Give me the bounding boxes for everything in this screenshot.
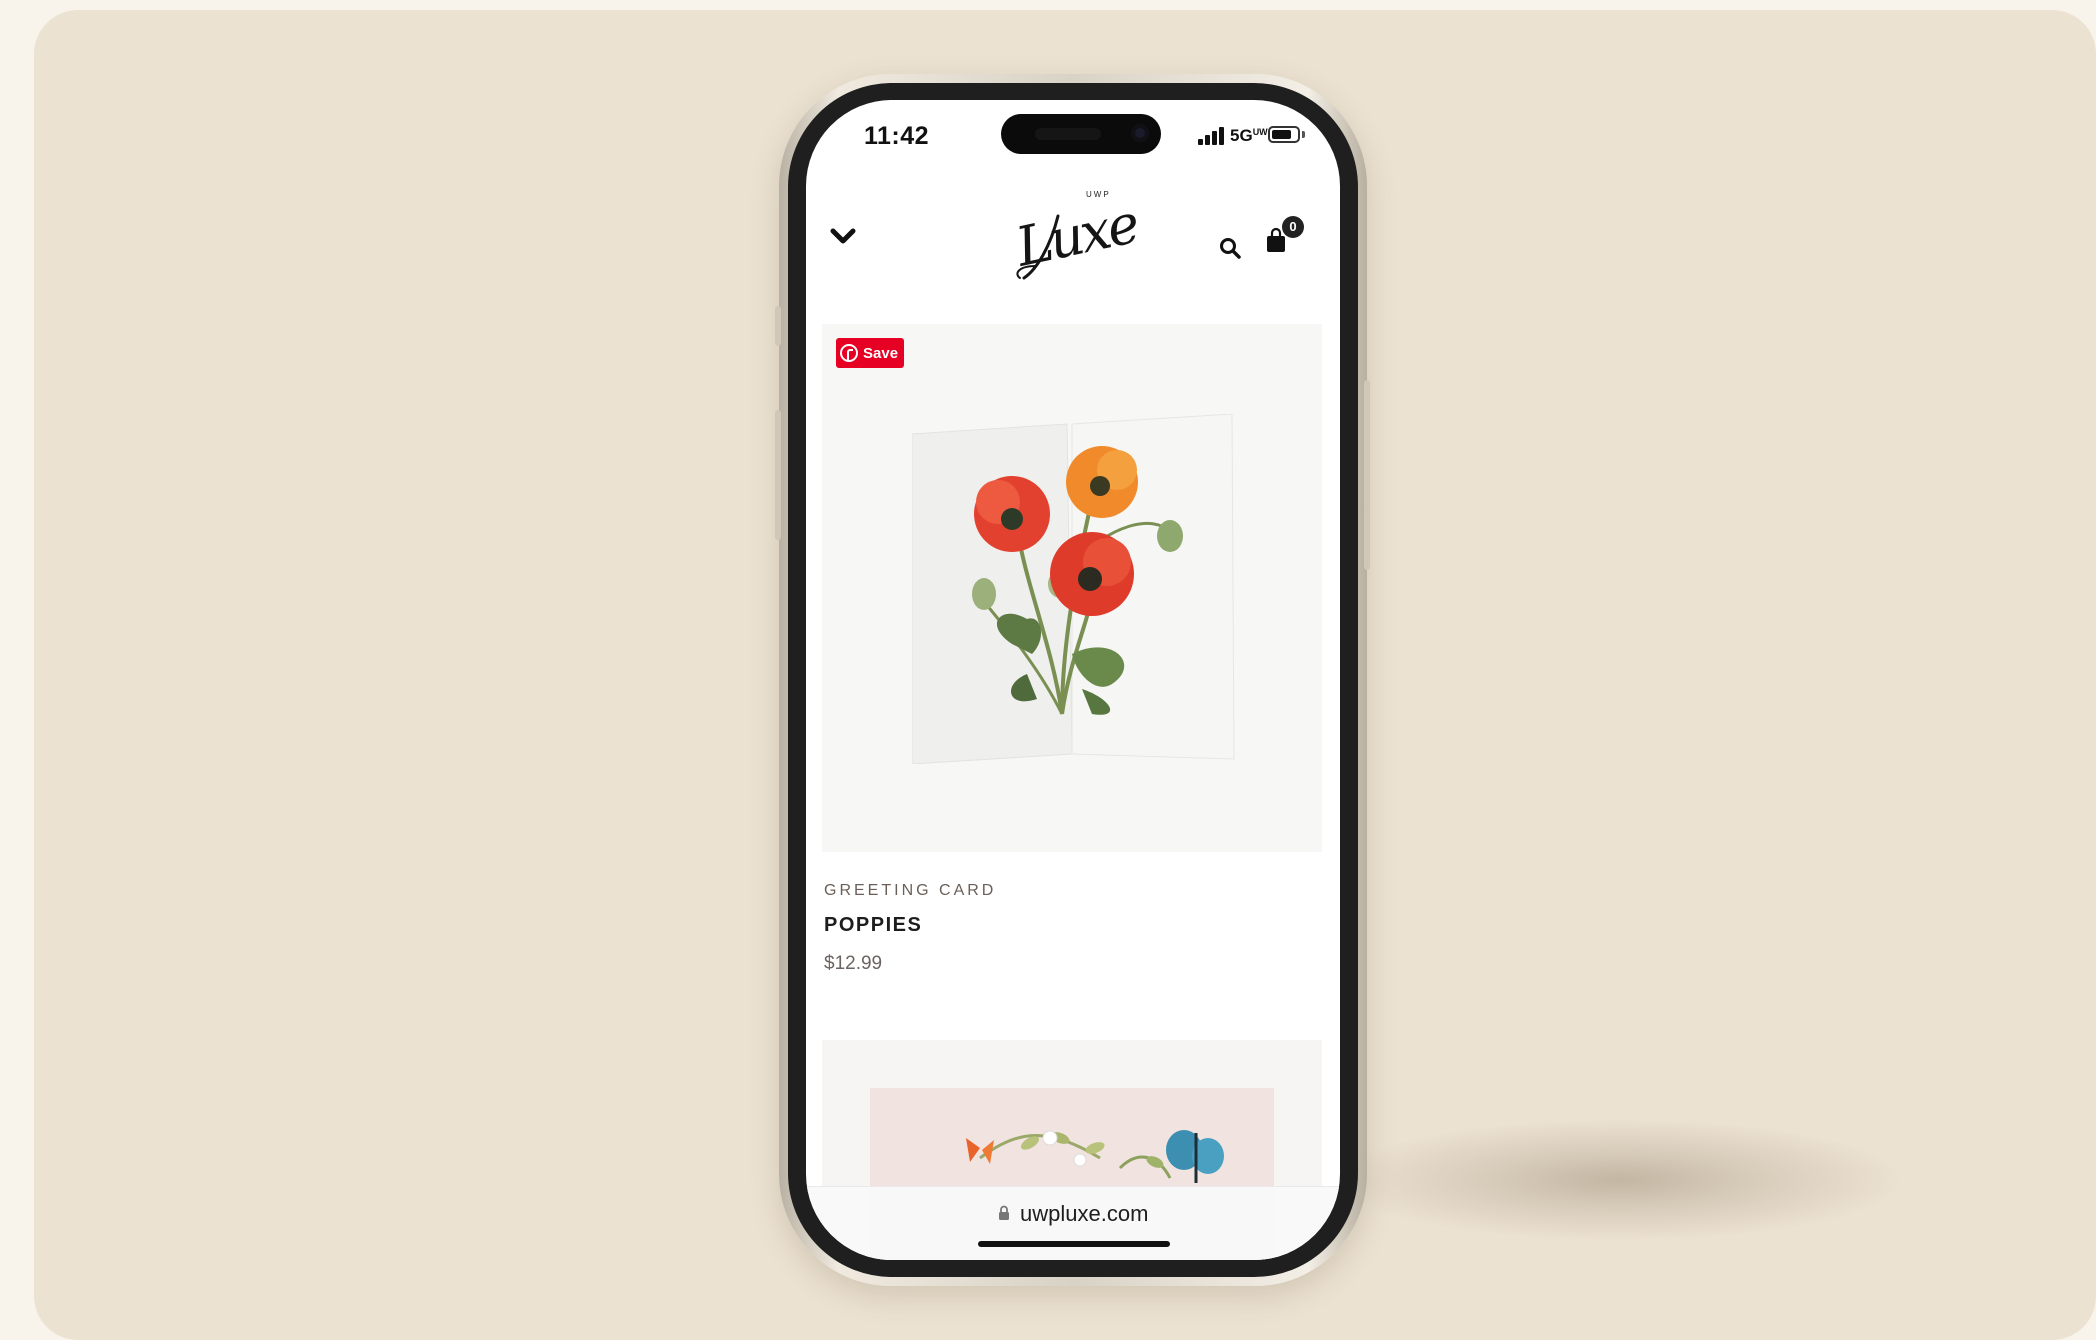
product-name[interactable]: POPPIES bbox=[824, 914, 1324, 937]
cart-count-badge: 0 bbox=[1282, 216, 1304, 238]
pinterest-save-label: Save bbox=[863, 344, 899, 362]
network-type: 5GUW bbox=[1230, 126, 1268, 145]
chevron-down-icon[interactable] bbox=[830, 226, 856, 246]
phone-side-button bbox=[775, 306, 781, 346]
phone-power-button bbox=[1364, 380, 1370, 570]
lock-icon bbox=[999, 1205, 1009, 1220]
uwp-luxe-logo[interactable]: UWP Luxe bbox=[1006, 178, 1142, 288]
home-indicator[interactable] bbox=[978, 1241, 1170, 1247]
url-text[interactable]: uwpluxe.com bbox=[1020, 1201, 1148, 1227]
phone-screen: 11:42 5GUW UWP Luxe 0 Save GREETING CARD… bbox=[806, 100, 1340, 1260]
pinterest-icon bbox=[840, 344, 858, 362]
poppy-left bbox=[974, 476, 1050, 552]
search-icon[interactable] bbox=[1218, 236, 1242, 260]
browser-address-bar[interactable]: uwpluxe.com bbox=[806, 1186, 1340, 1260]
front-camera bbox=[1131, 124, 1149, 142]
product-image[interactable]: Save bbox=[822, 324, 1322, 852]
dynamic-island bbox=[1001, 114, 1161, 154]
product-info: GREETING CARD POPPIES $12.99 bbox=[824, 882, 1324, 975]
battery-icon bbox=[1268, 126, 1300, 143]
site-header: UWP Luxe 0 bbox=[806, 168, 1340, 318]
status-bar: 11:42 5GUW bbox=[806, 100, 1340, 168]
phone-shadow bbox=[1340, 1120, 1900, 1240]
poppy-top bbox=[1066, 446, 1138, 518]
orange-butterfly bbox=[966, 1138, 994, 1164]
battery-cap bbox=[1302, 131, 1305, 138]
cellular-signal-icon bbox=[1198, 127, 1226, 145]
poppy-popup-card-illustration bbox=[912, 414, 1235, 764]
poppy-bottom bbox=[1050, 532, 1134, 616]
battery-level bbox=[1272, 130, 1291, 139]
phone-volume-up bbox=[775, 410, 781, 540]
face-id-sensor bbox=[1035, 128, 1101, 140]
logo-flourish bbox=[1016, 214, 1060, 280]
status-time: 11:42 bbox=[864, 122, 930, 150]
product-type: GREETING CARD bbox=[824, 882, 997, 899]
product-price: $12.99 bbox=[824, 953, 883, 974]
pinterest-save-button[interactable]: Save bbox=[836, 338, 905, 368]
blue-butterfly bbox=[1166, 1130, 1224, 1183]
